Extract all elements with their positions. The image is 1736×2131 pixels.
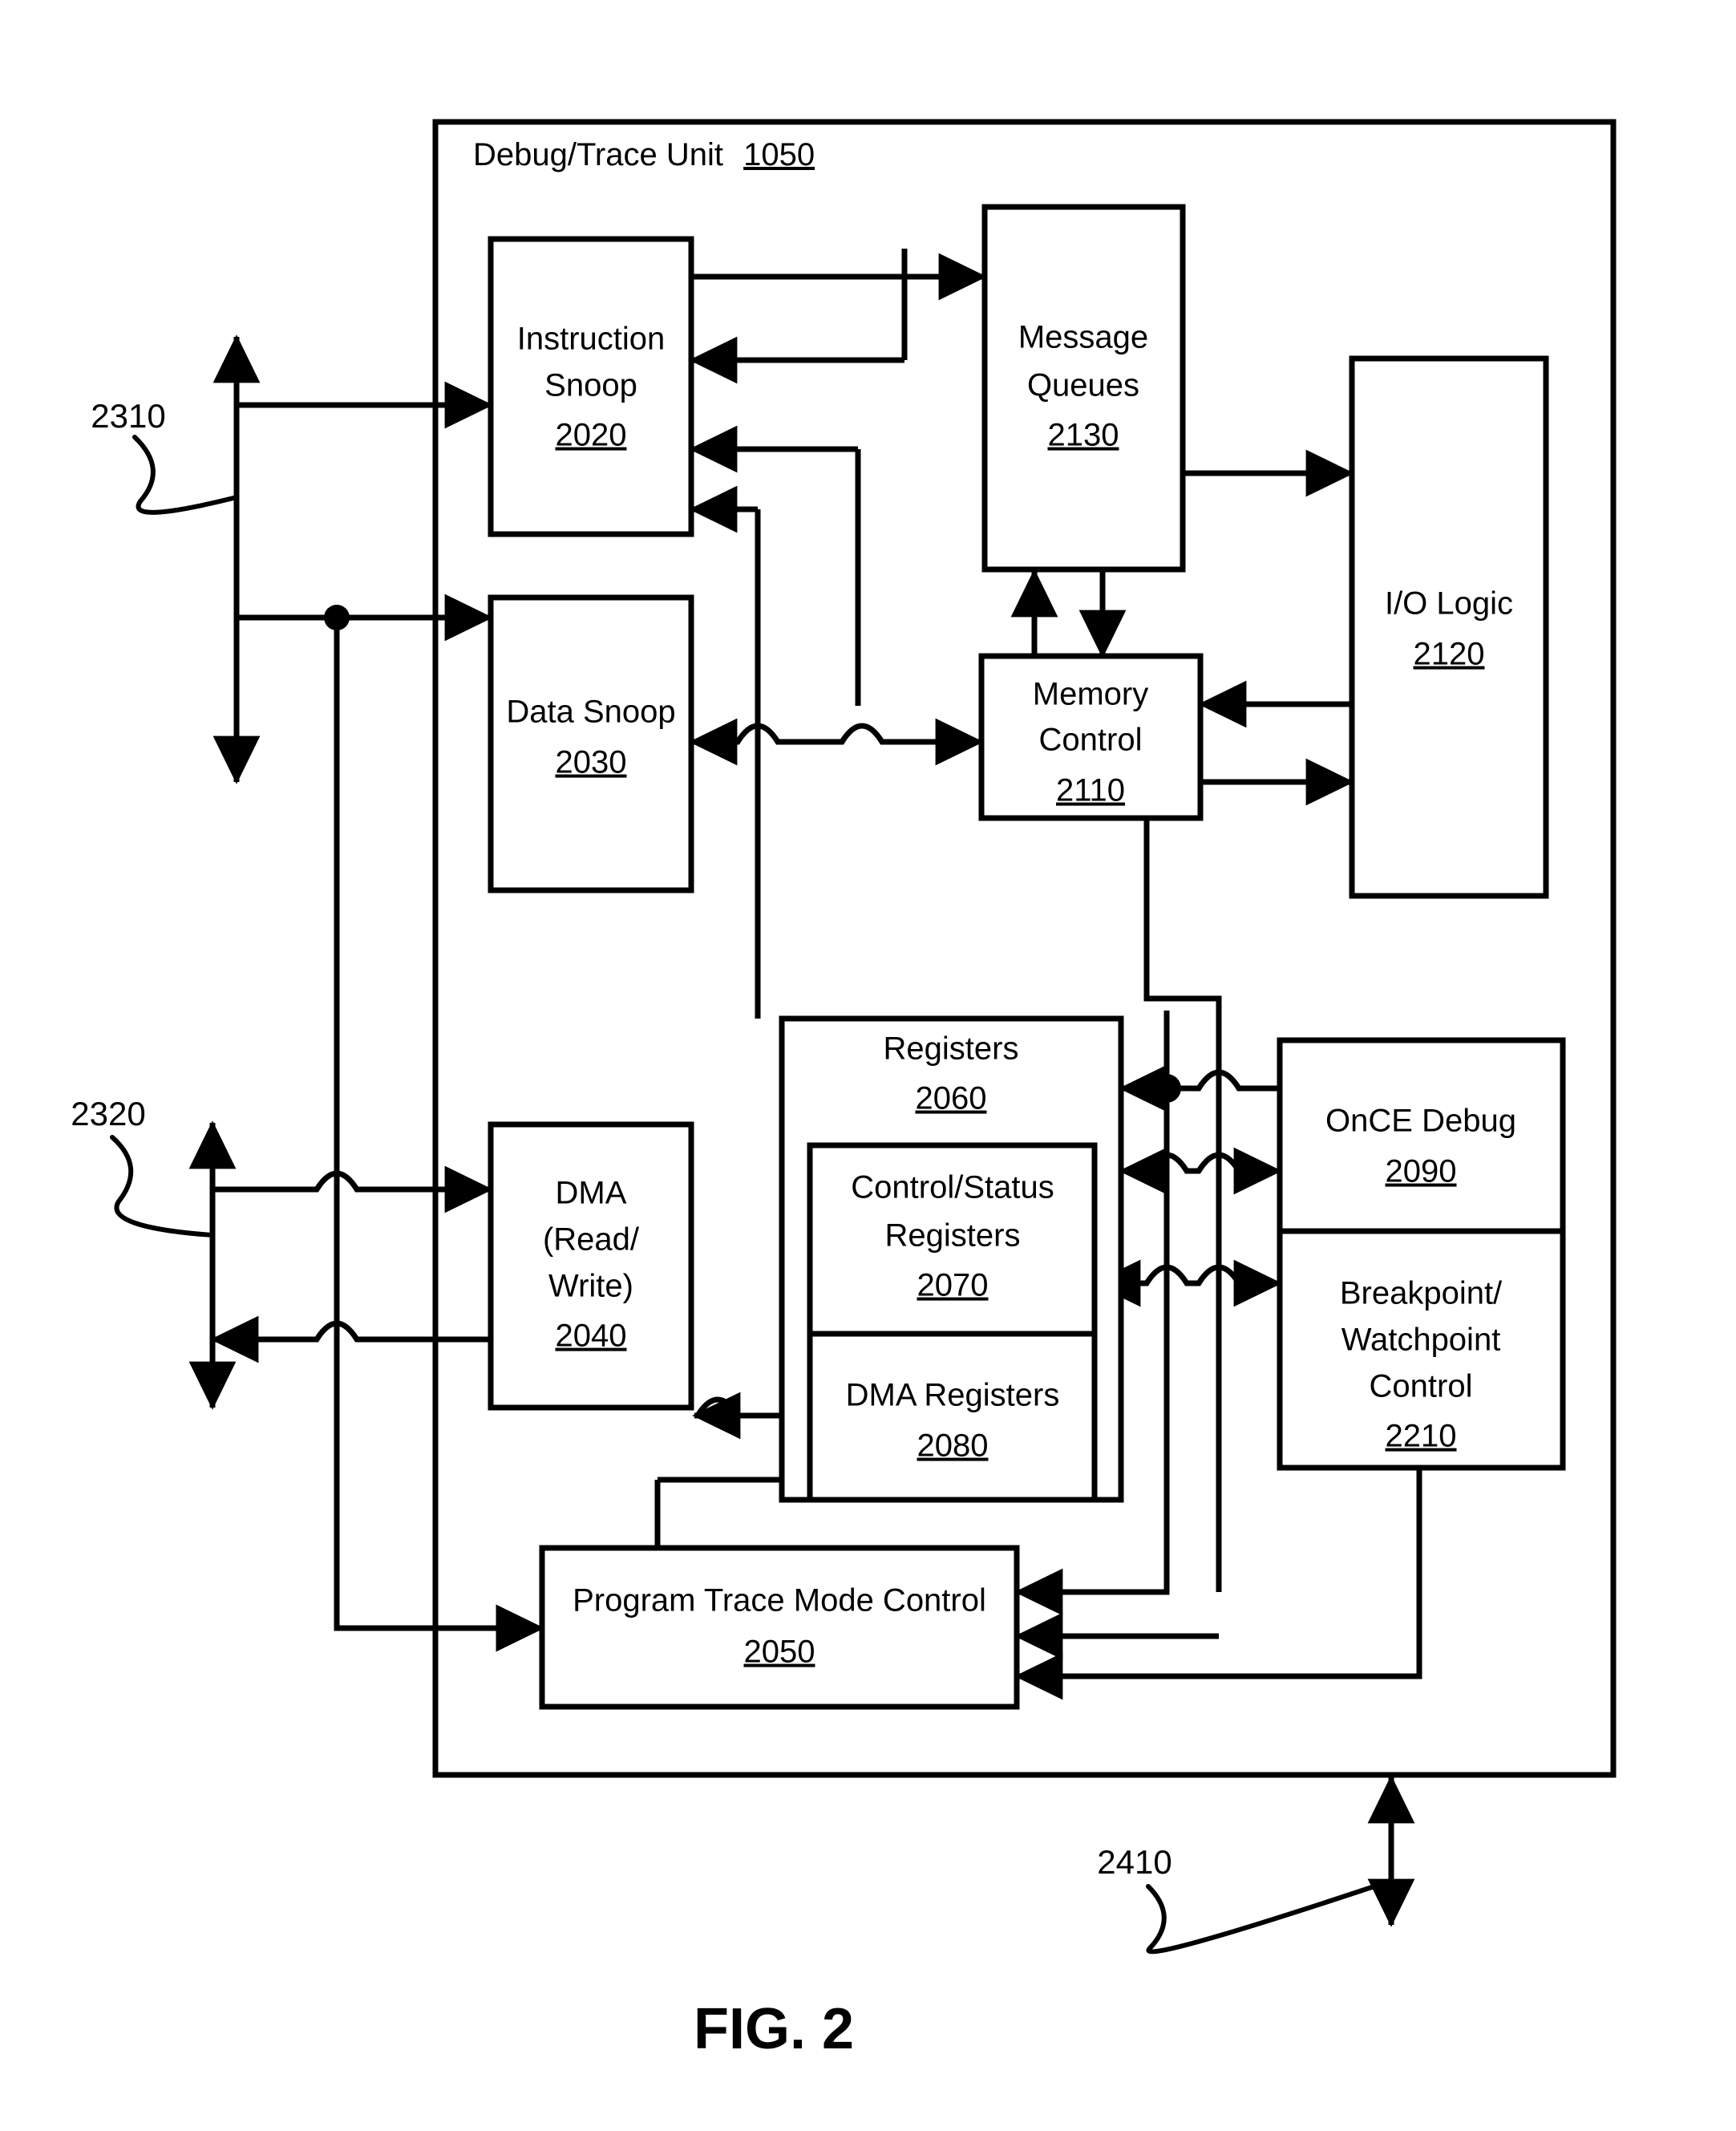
reference-numeral-2410: 2410 [1097, 1843, 1171, 1881]
block-dma-registers-line-0: DMA Registers [846, 1378, 1060, 1413]
wire-data-snoop-memory-control [689, 718, 984, 766]
block-control-status-registers-number: 2070 [917, 1268, 989, 1303]
wire-control-status-registers-once-debug [1119, 1147, 1282, 1195]
block-message-queues-line-1: Queues [1027, 368, 1139, 403]
block-breakpoint-watchpoint-control-line-2: Control [1370, 1369, 1473, 1404]
container-title-number: 1050 [743, 137, 815, 172]
wire-dma-to-2320 [210, 1315, 491, 1363]
block-program-trace-mode-control-number: 2050 [744, 1635, 815, 1670]
block-memory-control-number: 2110 [1056, 773, 1125, 808]
block-instruction-snoop-number: 2020 [556, 418, 627, 453]
block-message-queues-number: 2130 [1048, 418, 1119, 453]
reference-numeral-2320: 2320 [71, 1095, 145, 1132]
wire-memory-control-down-to-register-bus [1143, 818, 1222, 1088]
patent-figure: Instruction Snoop 2020 Message Queues 21… [0, 0, 1736, 2131]
block-diagram-canvas: Instruction Snoop 2020 Message Queues 21… [71, 119, 1617, 2061]
block-data-snoop-line-0: Data Snoop [506, 695, 675, 730]
reference-numeral-2310: 2310 [91, 397, 165, 435]
block-control-status-registers-line-1: Registers [885, 1218, 1021, 1254]
container-title: Debug/Trace Unit 1050 [473, 137, 815, 172]
block-once-debug-line-0: OnCE Debug [1325, 1104, 1516, 1139]
container-title-text: Debug/Trace Unit [473, 137, 723, 172]
leader-2320 [110, 1135, 215, 1238]
block-data-snoop[interactable] [488, 594, 694, 893]
block-dma-line-1: (Read/ [543, 1222, 640, 1258]
block-dma[interactable] [488, 1121, 694, 1411]
wire-2320-to-dma [212, 1165, 493, 1213]
block-dma-registers[interactable] [807, 1331, 1098, 1503]
block-program-trace-mode-control[interactable] [539, 1545, 1020, 1710]
block-message-queues-line-0: Message [1018, 320, 1148, 355]
leader-2410 [1146, 1878, 1394, 1955]
leader-2310 [132, 435, 239, 515]
block-dma-line-0: DMA [556, 1176, 627, 1211]
block-program-trace-mode-control-line-0: Program Trace Mode Control [573, 1583, 986, 1619]
wire-once-debug-to-registers [1119, 1064, 1280, 1112]
block-breakpoint-watchpoint-control-number: 2210 [1386, 1419, 1457, 1454]
block-breakpoint-watchpoint-control-line-0: Breakpoint/ [1340, 1276, 1503, 1311]
block-registers-line-0: Registers [884, 1031, 1019, 1067]
block-dma-registers-number: 2080 [917, 1428, 989, 1464]
block-io-logic[interactable] [1349, 355, 1549, 899]
block-dma-number: 2040 [556, 1319, 627, 1354]
block-io-logic-number: 2120 [1414, 637, 1485, 672]
block-breakpoint-watchpoint-control-line-1: Watchpoint [1341, 1323, 1501, 1358]
block-control-status-registers-line-0: Control/Status [851, 1170, 1054, 1205]
figure-caption: FIG. 2 [694, 1997, 854, 2061]
block-once-debug-number: 2090 [1386, 1154, 1457, 1189]
block-registers-number: 2060 [916, 1081, 987, 1116]
block-dma-line-2: Write) [548, 1269, 633, 1304]
block-io-logic-line-0: I/O Logic [1385, 586, 1513, 622]
block-memory-control-line-0: Memory [1033, 677, 1148, 712]
block-instruction-snoop-line-0: Instruction [517, 322, 666, 357]
block-data-snoop-number: 2030 [556, 745, 627, 780]
block-instruction-snoop-line-1: Snoop [544, 368, 637, 403]
block-memory-control-line-1: Control [1039, 723, 1143, 758]
